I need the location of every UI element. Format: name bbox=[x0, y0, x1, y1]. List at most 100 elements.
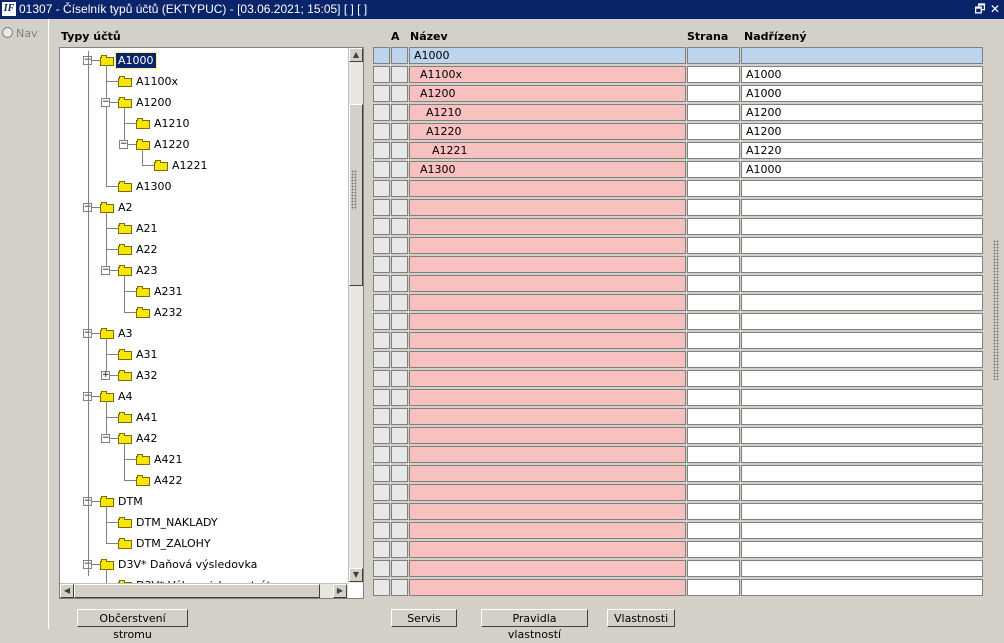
row-flag-a[interactable] bbox=[391, 541, 408, 558]
cell-nadrizeny[interactable] bbox=[741, 218, 983, 235]
row-selector[interactable] bbox=[373, 47, 390, 64]
row-flag-a[interactable] bbox=[391, 503, 408, 520]
expand-toggle-icon[interactable]: + bbox=[101, 371, 110, 380]
cell-nazev[interactable] bbox=[409, 484, 686, 501]
row-flag-a[interactable] bbox=[391, 275, 408, 292]
scroll-right-arrow-icon[interactable]: ▶ bbox=[333, 584, 347, 598]
row-selector[interactable] bbox=[373, 237, 390, 254]
row-selector[interactable] bbox=[373, 294, 390, 311]
row-flag-a[interactable] bbox=[391, 370, 408, 387]
cell-strana[interactable] bbox=[687, 123, 740, 140]
cell-nadrizeny[interactable] bbox=[741, 446, 983, 463]
row-selector[interactable] bbox=[373, 351, 390, 368]
row-flag-a[interactable] bbox=[391, 256, 408, 273]
tree-node[interactable]: A32 bbox=[118, 366, 160, 384]
row-flag-a[interactable] bbox=[391, 560, 408, 577]
cell-nadrizeny[interactable] bbox=[741, 465, 983, 482]
row-flag-a[interactable] bbox=[391, 351, 408, 368]
cell-nazev[interactable] bbox=[409, 351, 686, 368]
tree-node[interactable]: A1220 bbox=[136, 135, 192, 153]
cell-nazev[interactable]: A1200 bbox=[409, 85, 686, 102]
cell-nadrizeny[interactable] bbox=[741, 256, 983, 273]
cell-nazev[interactable] bbox=[409, 275, 686, 292]
row-flag-a[interactable] bbox=[391, 85, 408, 102]
cell-nazev[interactable] bbox=[409, 180, 686, 197]
collapse-toggle-icon[interactable]: − bbox=[101, 434, 110, 443]
cell-nazev[interactable] bbox=[409, 541, 686, 558]
scroll-down-arrow-icon[interactable]: ▼ bbox=[349, 568, 363, 582]
row-flag-a[interactable] bbox=[391, 237, 408, 254]
cell-nazev[interactable] bbox=[409, 408, 686, 425]
cell-strana[interactable] bbox=[687, 294, 740, 311]
cell-nadrizeny[interactable] bbox=[741, 427, 983, 444]
cell-strana[interactable] bbox=[687, 332, 740, 349]
row-selector[interactable] bbox=[373, 199, 390, 216]
cell-nadrizeny[interactable]: A1200 bbox=[741, 104, 983, 121]
row-flag-a[interactable] bbox=[391, 579, 408, 596]
row-flag-a[interactable] bbox=[391, 313, 408, 330]
cell-nadrizeny[interactable]: A1220 bbox=[741, 142, 983, 159]
cell-nadrizeny[interactable] bbox=[741, 351, 983, 368]
cell-nadrizeny[interactable] bbox=[741, 332, 983, 349]
collapse-toggle-icon[interactable]: − bbox=[119, 140, 128, 149]
row-flag-a[interactable] bbox=[391, 47, 408, 64]
account-type-tree[interactable]: A1000−A1100xA1200−A1210A1220−A1221A1300A… bbox=[59, 47, 364, 599]
row-flag-a[interactable] bbox=[391, 199, 408, 216]
tree-node[interactable]: A22 bbox=[118, 240, 160, 258]
row-selector[interactable] bbox=[373, 427, 390, 444]
row-selector[interactable] bbox=[373, 484, 390, 501]
row-selector[interactable] bbox=[373, 66, 390, 83]
cell-nadrizeny[interactable] bbox=[741, 370, 983, 387]
cell-nazev[interactable] bbox=[409, 503, 686, 520]
row-selector[interactable] bbox=[373, 408, 390, 425]
row-selector[interactable] bbox=[373, 503, 390, 520]
cell-strana[interactable] bbox=[687, 313, 740, 330]
cell-nazev[interactable]: A1221 bbox=[409, 142, 686, 159]
row-flag-a[interactable] bbox=[391, 446, 408, 463]
cell-strana[interactable] bbox=[687, 161, 740, 178]
tree-horizontal-scrollbar[interactable]: ◀ ▶ bbox=[60, 583, 348, 598]
cell-strana[interactable] bbox=[687, 256, 740, 273]
cell-nazev[interactable] bbox=[409, 332, 686, 349]
row-selector[interactable] bbox=[373, 85, 390, 102]
cell-strana[interactable] bbox=[687, 465, 740, 482]
cell-strana[interactable] bbox=[687, 389, 740, 406]
cell-strana[interactable] bbox=[687, 180, 740, 197]
cell-nazev[interactable]: A1100x bbox=[409, 66, 686, 83]
cell-nadrizeny[interactable] bbox=[741, 313, 983, 330]
cell-nadrizeny[interactable] bbox=[741, 484, 983, 501]
cell-nadrizeny[interactable] bbox=[741, 503, 983, 520]
cell-nazev[interactable] bbox=[409, 237, 686, 254]
cell-nadrizeny[interactable] bbox=[741, 47, 983, 64]
row-selector[interactable] bbox=[373, 218, 390, 235]
cell-nazev[interactable] bbox=[409, 370, 686, 387]
cell-strana[interactable] bbox=[687, 370, 740, 387]
cell-nadrizeny[interactable] bbox=[741, 237, 983, 254]
cell-strana[interactable] bbox=[687, 522, 740, 539]
row-selector[interactable] bbox=[373, 465, 390, 482]
tree-hscroll-thumb[interactable] bbox=[74, 584, 320, 598]
row-flag-a[interactable] bbox=[391, 142, 408, 159]
row-flag-a[interactable] bbox=[391, 389, 408, 406]
properties-button[interactable]: Vlastnosti bbox=[607, 609, 675, 627]
tree-node[interactable]: A422 bbox=[136, 471, 185, 489]
tree-node[interactable]: A1000 bbox=[100, 51, 157, 69]
cell-strana[interactable] bbox=[687, 218, 740, 235]
collapse-toggle-icon[interactable]: − bbox=[101, 98, 110, 107]
row-flag-a[interactable] bbox=[391, 294, 408, 311]
tree-node[interactable]: A1300 bbox=[118, 177, 174, 195]
cell-nadrizeny[interactable]: A1000 bbox=[741, 66, 983, 83]
cell-nadrizeny[interactable] bbox=[741, 180, 983, 197]
cell-nazev[interactable] bbox=[409, 199, 686, 216]
row-selector[interactable] bbox=[373, 332, 390, 349]
tree-node[interactable]: A1200 bbox=[118, 93, 174, 111]
cell-nazev[interactable] bbox=[409, 579, 686, 596]
cell-nazev[interactable] bbox=[409, 389, 686, 406]
collapse-toggle-icon[interactable]: − bbox=[101, 266, 110, 275]
cell-strana[interactable] bbox=[687, 484, 740, 501]
tree-node[interactable]: A232 bbox=[136, 303, 185, 321]
row-flag-a[interactable] bbox=[391, 465, 408, 482]
row-flag-a[interactable] bbox=[391, 104, 408, 121]
row-selector[interactable] bbox=[373, 161, 390, 178]
row-flag-a[interactable] bbox=[391, 332, 408, 349]
